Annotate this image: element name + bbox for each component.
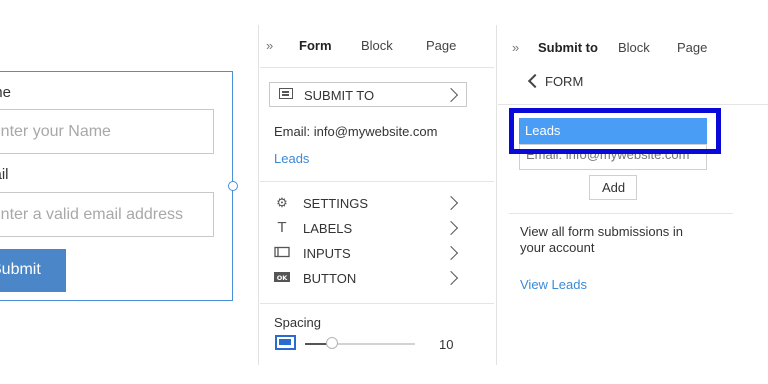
- spacing-mode-icon[interactable]: [275, 335, 296, 350]
- name-placeholder: Enter your Name: [0, 123, 111, 140]
- submit-email-text: Email: info@mywebsite.com: [274, 124, 438, 139]
- submit-to-button[interactable]: SUBMIT TO: [269, 82, 467, 107]
- divider-right: [496, 25, 497, 365]
- view-leads-link[interactable]: View Leads: [520, 277, 587, 292]
- input-icon: [274, 246, 290, 260]
- tabs-divider: [260, 67, 494, 68]
- name-label: Name: [0, 84, 12, 101]
- submit-to-label: SUBMIT TO: [304, 88, 375, 103]
- spacing-label: Spacing: [274, 315, 321, 330]
- section-divider: [509, 213, 733, 214]
- email-input[interactable]: Enter a valid email address: [0, 192, 214, 237]
- leads-link[interactable]: Leads: [274, 151, 309, 166]
- svg-text:OK: OK: [277, 274, 289, 282]
- settings-menu-item[interactable]: ⚙ SETTINGS: [274, 194, 464, 214]
- spacing-slider-thumb[interactable]: [326, 337, 338, 349]
- tab-page[interactable]: Page: [677, 40, 707, 55]
- section-divider: [260, 181, 494, 182]
- selection-highlight: [509, 108, 721, 154]
- ok-button-icon: OK: [274, 271, 290, 285]
- text-icon: T: [277, 219, 287, 236]
- button-menu-item[interactable]: OK BUTTON: [274, 269, 464, 289]
- double-chevron-right-icon[interactable]: »: [512, 40, 519, 55]
- email-label: Email: [0, 166, 9, 183]
- header-divider: [498, 104, 768, 105]
- chevron-right-icon: [443, 245, 459, 261]
- tab-block[interactable]: Block: [361, 38, 393, 53]
- divider-left: [258, 25, 259, 365]
- email-placeholder: Enter a valid email address: [0, 206, 183, 223]
- tab-form[interactable]: Form: [299, 38, 332, 53]
- gear-icon: ⚙: [276, 195, 288, 210]
- back-to-form-link[interactable]: FORM: [545, 74, 583, 89]
- submit-button-label: Submit: [0, 261, 41, 278]
- submit-button[interactable]: Submit: [0, 249, 66, 292]
- section-divider: [260, 303, 494, 304]
- description-line-2: your account: [520, 240, 595, 255]
- tab-submit-to[interactable]: Submit to: [538, 40, 598, 55]
- labels-label: LABELS: [303, 221, 353, 236]
- chevron-right-icon: [443, 270, 459, 286]
- add-button-label: Add: [602, 180, 626, 195]
- chevron-right-icon: [443, 87, 459, 103]
- inputs-label: INPUTS: [303, 246, 351, 261]
- resize-handle[interactable]: [228, 181, 238, 191]
- inputs-menu-item[interactable]: INPUTS: [274, 244, 464, 264]
- chevron-right-icon: [443, 220, 459, 236]
- button-label: BUTTON: [303, 271, 357, 286]
- form-icon: [279, 88, 293, 99]
- spacing-value: 10: [439, 337, 454, 352]
- labels-menu-item[interactable]: T LABELS: [274, 219, 464, 239]
- double-chevron-right-icon[interactable]: »: [266, 38, 273, 53]
- settings-label: SETTINGS: [303, 196, 369, 211]
- spacing-slider-fill: [305, 343, 327, 345]
- description-line-1: View all form submissions in: [520, 224, 684, 239]
- tab-block[interactable]: Block: [618, 40, 650, 55]
- add-button[interactable]: Add: [589, 175, 637, 200]
- name-input[interactable]: Enter your Name: [0, 109, 214, 154]
- form-preview[interactable]: Name Enter your Name Email Enter a valid…: [0, 71, 233, 301]
- chevron-left-icon[interactable]: [527, 73, 543, 89]
- chevron-right-icon: [443, 195, 459, 211]
- tab-page[interactable]: Page: [426, 38, 456, 53]
